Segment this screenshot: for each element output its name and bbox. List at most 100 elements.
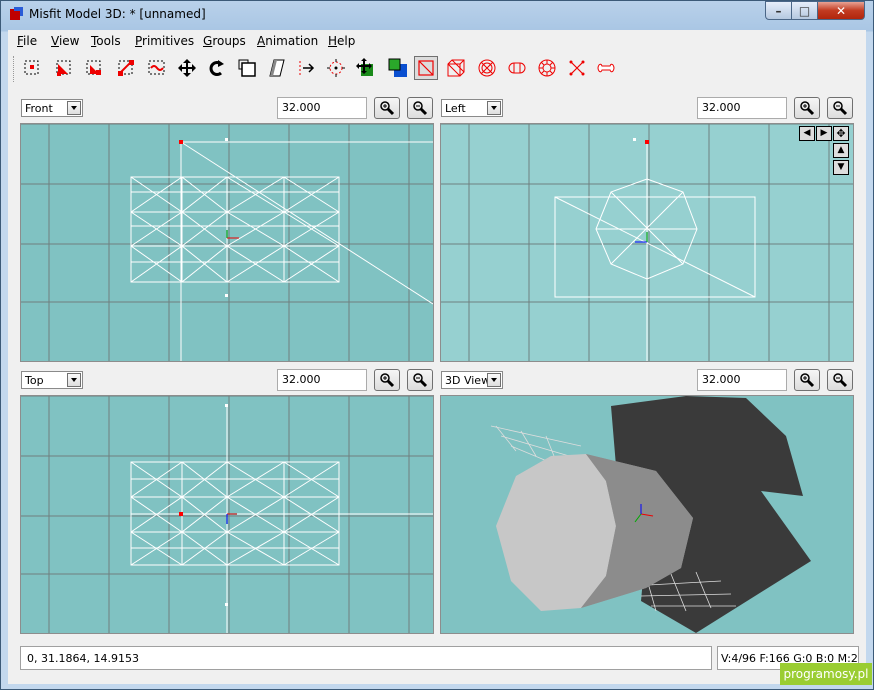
client-area: File View Tools Primitives Groups Animat… — [8, 30, 866, 684]
3d-scene — [490, 396, 811, 633]
create-bone-joint-icon — [597, 63, 615, 73]
front-wireframe — [21, 124, 433, 361]
move-icon — [178, 59, 196, 77]
zoom-in-button-left[interactable] — [794, 97, 820, 119]
rotate-icon — [209, 60, 224, 76]
top-wireframe — [21, 396, 433, 633]
zoom-out-button-3d[interactable] — [827, 369, 853, 391]
pan-up-button[interactable]: ▲ — [833, 143, 849, 158]
create-cylinder-tool[interactable] — [505, 56, 529, 80]
create-texture-projection-tool[interactable] — [386, 56, 410, 80]
zoom-input-left[interactable]: 32.000 — [697, 97, 787, 119]
pan-left-button[interactable]: ◀ — [799, 126, 815, 141]
pan-down-button[interactable]: ▼ — [833, 160, 849, 175]
front-viewport-bar: Front 32.000 — [20, 96, 434, 120]
toolbar — [8, 53, 866, 85]
shear-tool[interactable] — [265, 56, 289, 80]
view-select-top[interactable]: Top — [21, 371, 83, 389]
zoom-out-icon — [413, 373, 428, 388]
create-rectangle-tool[interactable] — [414, 56, 438, 80]
zoom-input-front[interactable]: 32.000 — [277, 97, 367, 119]
maximize-button[interactable]: □ — [791, 1, 818, 20]
select-vertices-tool[interactable] — [20, 56, 44, 80]
front-viewport[interactable] — [20, 123, 434, 362]
title-bar[interactable]: Misfit Model 3D: * [unnamed] – □ ✕ — [1, 1, 873, 29]
chevron-down-icon — [487, 101, 501, 115]
attract-icon — [327, 59, 345, 77]
close-button[interactable]: ✕ — [817, 1, 865, 20]
left-viewport-bar: Left 32.000 — [440, 96, 854, 120]
zoom-out-button-front[interactable] — [407, 97, 433, 119]
create-vertex-icon — [356, 58, 373, 76]
status-coordinates: 0, 31.1864, 14.9153 — [20, 646, 712, 670]
menu-tools[interactable]: Tools — [91, 34, 121, 48]
extrude-tool[interactable] — [295, 56, 319, 80]
left-wireframe — [441, 124, 853, 361]
menu-primitives[interactable]: Primitives — [135, 34, 194, 48]
menu-bar: File View Tools Primitives Groups Animat… — [8, 30, 866, 52]
zoom-in-icon — [800, 101, 815, 116]
select-groups-tool[interactable] — [114, 56, 138, 80]
zoom-out-button-top[interactable] — [407, 369, 433, 391]
view-select-3d[interactable]: 3D View — [441, 371, 503, 389]
select-faces-icon — [56, 60, 71, 76]
watermark-badge: programosy.pl — [780, 663, 872, 685]
zoom-in-icon — [800, 373, 815, 388]
create-torus-icon — [538, 59, 556, 77]
zoom-out-icon — [413, 101, 428, 116]
create-bone-joint-tool[interactable] — [594, 56, 618, 80]
select-faces-tool[interactable] — [52, 56, 76, 80]
zoom-out-button-left[interactable] — [827, 97, 853, 119]
zoom-out-icon — [833, 101, 848, 116]
move-tool[interactable] — [175, 56, 199, 80]
top-viewport[interactable] — [20, 395, 434, 634]
menu-animation[interactable]: Animation — [257, 34, 318, 48]
zoom-in-button-3d[interactable] — [794, 369, 820, 391]
zoom-in-icon — [380, 373, 395, 388]
application-window: Misfit Model 3D: * [unnamed] – □ ✕ File … — [0, 0, 874, 690]
attract-tool[interactable] — [324, 56, 348, 80]
zoom-input-3d[interactable]: 32.000 — [697, 369, 787, 391]
window-title: Misfit Model 3D: * [unnamed] — [29, 7, 206, 21]
menu-view[interactable]: View — [51, 34, 79, 48]
chevron-down-icon — [487, 373, 501, 387]
menu-help[interactable]: Help — [328, 34, 355, 48]
3d-viewport[interactable] — [440, 395, 854, 634]
create-vertex-tool[interactable] — [354, 56, 378, 80]
select-groups-icon — [118, 60, 134, 76]
menu-groups[interactable]: Groups — [203, 34, 246, 48]
chevron-down-icon — [67, 101, 81, 115]
view-select-front[interactable]: Front — [21, 99, 83, 117]
3d-viewport-bar: 3D View 32.000 — [440, 368, 854, 392]
create-texture-projection-icon — [388, 58, 407, 77]
pan-right-button[interactable]: ▶ — [816, 126, 832, 141]
zoom-in-button-front[interactable] — [374, 97, 400, 119]
shear-icon — [269, 59, 285, 77]
create-ellipse-icon — [478, 59, 496, 77]
zoom-input-top[interactable]: 32.000 — [277, 369, 367, 391]
zoom-in-button-top[interactable] — [374, 369, 400, 391]
scale-tool[interactable] — [235, 56, 259, 80]
create-cube-tool[interactable] — [444, 56, 468, 80]
menu-file[interactable]: File — [17, 34, 37, 48]
view-select-left[interactable]: Left — [441, 99, 503, 117]
select-connected-tool[interactable] — [82, 56, 106, 80]
create-polygon-tool[interactable] — [565, 56, 589, 80]
create-torus-tool[interactable] — [535, 56, 559, 80]
extrude-icon — [299, 61, 315, 75]
select-bone-joints-icon — [148, 60, 165, 75]
create-cylinder-icon — [508, 62, 526, 74]
create-ellipse-tool[interactable] — [475, 56, 499, 80]
left-viewport[interactable]: ◀ ▶ ✥ ▲ ▼ — [440, 123, 854, 362]
create-rectangle-icon — [418, 60, 434, 76]
zoom-out-icon — [833, 373, 848, 388]
top-viewport-bar: Top 32.000 — [20, 368, 434, 392]
select-connected-icon — [86, 60, 101, 75]
toolbar-grip[interactable] — [13, 56, 16, 82]
app-icon — [10, 7, 23, 20]
rotate-tool[interactable] — [205, 56, 229, 80]
select-bone-joints-tool[interactable] — [145, 56, 169, 80]
minimize-button[interactable]: – — [765, 1, 792, 20]
pan-move-button[interactable]: ✥ — [833, 126, 849, 141]
select-vertices-icon — [24, 60, 39, 75]
